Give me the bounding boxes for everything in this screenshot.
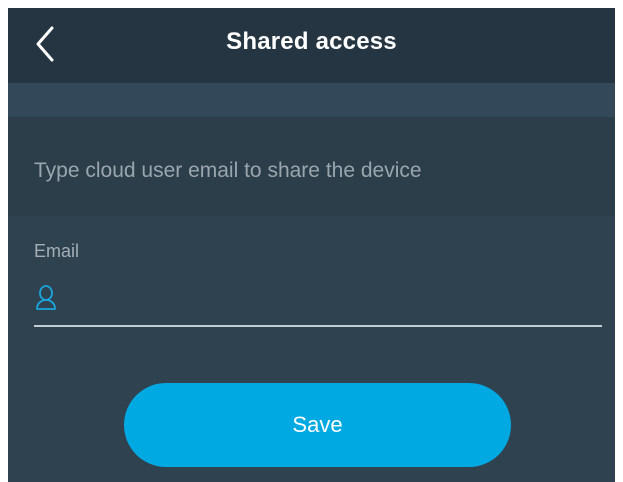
app-screen: Shared access Type cloud user email to s… (8, 8, 615, 482)
email-input[interactable] (64, 282, 598, 314)
header-divider-band (8, 83, 615, 117)
email-underline (34, 325, 602, 327)
header-bar: Shared access (8, 8, 615, 83)
email-field[interactable] (34, 280, 602, 326)
page-title: Shared access (226, 28, 397, 55)
email-label: Email (34, 241, 80, 261)
save-button[interactable]: Save (124, 383, 511, 467)
user-icon (35, 284, 57, 310)
share-instructions: Type cloud user email to share the devic… (34, 159, 422, 182)
